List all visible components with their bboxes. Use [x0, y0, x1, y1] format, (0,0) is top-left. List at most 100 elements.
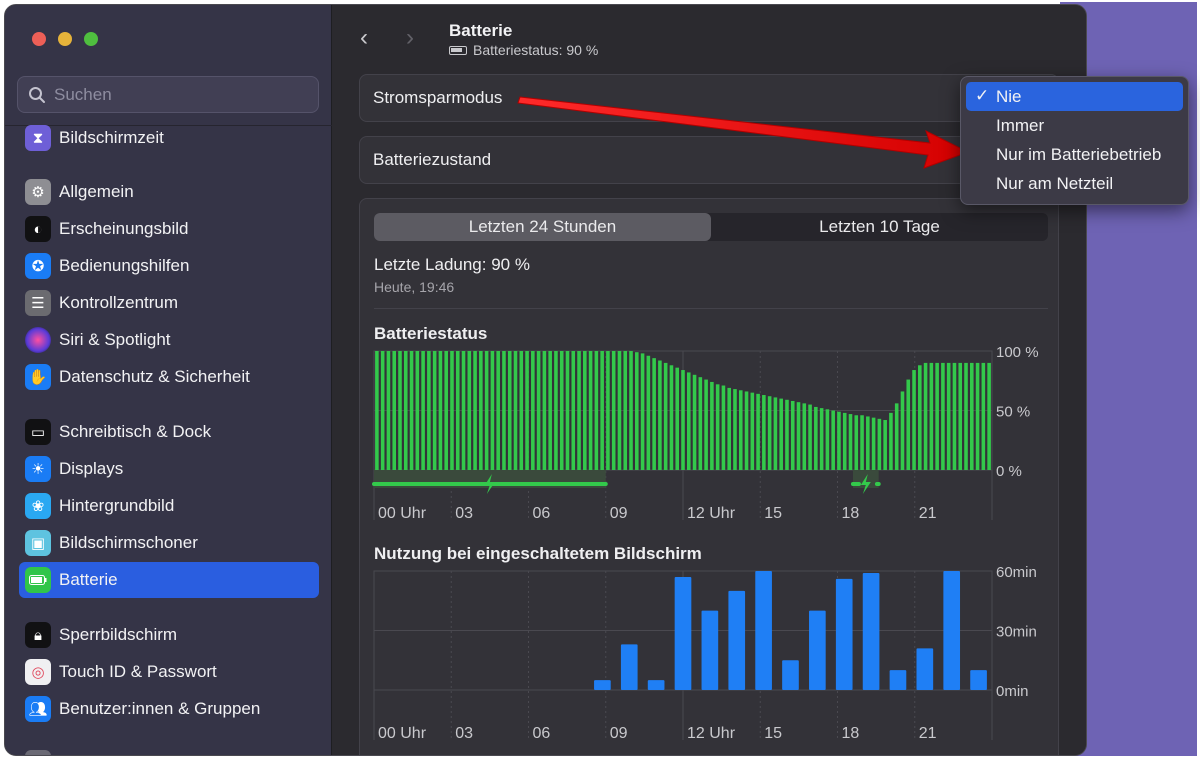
bar: [444, 351, 448, 470]
bar: [819, 408, 824, 470]
bar: [894, 403, 899, 470]
bar: [542, 351, 547, 470]
x-tick-label: 06: [533, 505, 551, 522]
sidebar-item-bildschirmzeit[interactable]: ⧗ Bildschirmzeit: [19, 120, 319, 156]
tab-last-24-hours[interactable]: Letzten 24 Stunden: [374, 213, 711, 241]
lock-icon: 🔒︎: [25, 622, 51, 648]
bar: [403, 351, 408, 470]
users-icon: 👥︎: [25, 696, 51, 722]
bar: [779, 398, 783, 470]
sun-icon: ☀: [25, 456, 51, 482]
bar: [536, 351, 541, 470]
menu-item-nur-im-batteriebetrieb[interactable]: Nur im Batteriebetrieb: [966, 140, 1183, 169]
bar: [450, 351, 454, 470]
x-tick-label: 21: [919, 725, 937, 742]
siri-icon: [25, 327, 51, 353]
bar: [767, 396, 772, 470]
bar: [918, 365, 922, 470]
bar: [652, 358, 656, 470]
battery-health-row[interactable]: Batteriezustand: [359, 136, 1059, 184]
sidebar-item-displays[interactable]: ☀ Displays: [19, 451, 319, 487]
sidebar-item-more[interactable]: [19, 745, 319, 755]
y-tick-label: 30min: [996, 624, 1037, 641]
bar: [744, 391, 749, 470]
search-field[interactable]: [17, 76, 319, 113]
sidebar-item-hintergrundbild[interactable]: ❀ Hintergrundbild: [19, 488, 319, 524]
sidebar-item-batterie[interactable]: Batterie: [19, 562, 319, 598]
zoom-button[interactable]: [84, 32, 98, 46]
x-tick-label: 09: [610, 505, 628, 522]
sidebar-item-siri-spotlight[interactable]: Siri & Spotlight: [19, 322, 319, 358]
bar: [415, 351, 420, 470]
bar: [883, 420, 887, 470]
bar: [935, 362, 939, 470]
sidebar-item-bedienungshilfen[interactable]: ✪ Bedienungshilfen: [19, 248, 319, 284]
minimize-button[interactable]: [58, 32, 72, 46]
bar: [490, 351, 495, 470]
bar: [854, 415, 859, 470]
menu-item-immer[interactable]: Immer: [966, 111, 1183, 140]
bar: [502, 351, 506, 470]
dock-icon: ▭: [25, 419, 51, 445]
checkmark-icon: ✓: [975, 86, 990, 105]
sidebar-item-benutzer[interactable]: 👥︎ Benutzer:innen & Gruppen: [19, 691, 319, 727]
bar: [842, 412, 847, 470]
bar: [756, 393, 760, 470]
forward-button[interactable]: ›: [406, 25, 426, 51]
bar: [421, 351, 425, 470]
back-button[interactable]: ‹: [360, 25, 380, 51]
bar: [755, 571, 772, 690]
power-saving-row[interactable]: Stromsparmodus: [359, 74, 1059, 122]
bar: [964, 362, 968, 470]
bar: [398, 351, 402, 470]
search-input[interactable]: [54, 84, 294, 105]
bar: [588, 351, 593, 470]
sidebar-item-bildschirmschoner[interactable]: ▣ Bildschirmschoner: [19, 525, 319, 561]
menu-item-label: Immer: [996, 115, 1045, 135]
bar: [675, 367, 680, 470]
sidebar-item-label: Hintergrundbild: [59, 496, 175, 515]
menu-item-label: Nur im Batteriebetrieb: [996, 144, 1162, 164]
close-button[interactable]: [32, 32, 46, 46]
bar: [571, 351, 576, 470]
bar: [646, 355, 651, 470]
bar: [900, 391, 905, 470]
bar: [479, 351, 483, 470]
menu-item-nur-am-netzteil[interactable]: Nur am Netzteil: [966, 169, 1183, 198]
bar: [617, 351, 622, 470]
bar: [860, 415, 864, 470]
bar: [467, 351, 472, 470]
sidebar-item-erscheinungsbild[interactable]: ◐ Erscheinungsbild: [19, 211, 319, 247]
divider: [374, 308, 1048, 309]
sidebar-item-sperrbildschirm[interactable]: 🔒︎ Sperrbildschirm: [19, 617, 319, 653]
x-tick-label: 03: [455, 725, 473, 742]
bar: [386, 351, 391, 470]
menu-item-nie[interactable]: ✓ Nie: [966, 82, 1183, 111]
bar: [782, 660, 799, 690]
bar: [866, 416, 870, 470]
bar: [946, 362, 951, 470]
sidebar-item-schreibtisch-dock[interactable]: ▭ Schreibtisch & Dock: [19, 414, 319, 450]
bar: [975, 362, 980, 470]
bar: [669, 365, 674, 470]
toggles-icon: ☰: [25, 290, 51, 316]
menu-item-label: Nur am Netzteil: [996, 173, 1114, 193]
sidebar-item-datenschutz[interactable]: ✋ Datenschutz & Sicherheit: [19, 359, 319, 395]
bar: [943, 571, 961, 690]
bar: [906, 379, 911, 470]
bar: [809, 610, 826, 690]
bar: [594, 680, 611, 690]
sidebar-item-allgemein[interactable]: ⚙ Allgemein: [19, 174, 319, 210]
sidebar-item-kontrollzentrum[interactable]: ☰ Kontrollzentrum: [19, 285, 319, 321]
tab-last-10-days[interactable]: Letzten 10 Tage: [711, 213, 1048, 241]
sidebar-item-touch-id[interactable]: ◎ Touch ID & Passwort: [19, 654, 319, 690]
x-tick-label: 12 Uhr: [687, 725, 736, 742]
flower-icon: ❀: [25, 493, 51, 519]
bar: [606, 351, 610, 470]
bar: [432, 351, 437, 470]
bar: [577, 351, 581, 470]
hand-icon: ✋: [25, 364, 51, 390]
x-tick-label: 15: [764, 725, 782, 742]
search-icon: [29, 86, 45, 103]
x-tick-label: 03: [455, 505, 473, 522]
